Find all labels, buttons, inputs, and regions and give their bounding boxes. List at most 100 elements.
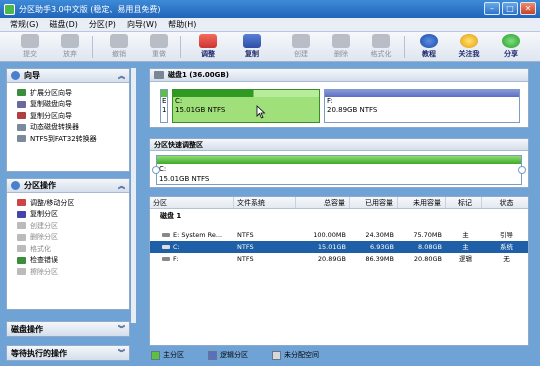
sidebar: 向导 ︽ 扩展分区向导 复制磁盘向导 复制分区向导 动态磁盘转换器 NTFS到FA… (6, 68, 136, 362)
format-partition-icon (17, 245, 26, 253)
mouse-cursor-icon (256, 105, 266, 119)
expand-icon: ︾ (118, 349, 125, 357)
copy-button[interactable]: 复制 (232, 34, 272, 59)
sidebar-scrollbar[interactable] (131, 68, 136, 323)
dynamic-disk-icon (17, 123, 26, 131)
wizard-panel-header[interactable]: 向导 ︽ (7, 69, 129, 83)
pending-ops-header[interactable]: 等待执行的操作 ︾ (7, 346, 129, 360)
quick-resize-panel: 分区快速调整区 C: 15.01GB NTFS (149, 138, 529, 188)
sidebar-item-check-errors[interactable]: 检查错误 (7, 255, 129, 267)
partition-table: 分区 文件系统 总容量 已用容量 未用容量 标记 状态 磁盘 1 E: Syst… (149, 196, 529, 346)
partition-block-f[interactable]: F: 20.89GB NTFS (324, 89, 520, 123)
menu-partition[interactable]: 分区(P) (89, 19, 116, 30)
app-window: 分区助手3.0中文版 (稳定、易用且免费) – □ ✕ 常规(G) 磁盘(D) … (0, 0, 540, 366)
redo-icon (150, 34, 168, 48)
resize-handle-left[interactable] (152, 166, 160, 174)
partition-icon (162, 245, 170, 249)
undo-button[interactable]: 撤销 (99, 34, 139, 59)
tutorial-button[interactable]: 教程 (409, 34, 449, 59)
disk-icon (154, 71, 164, 79)
disk-map-panel: 磁盘1 (36.00GB) E 1 C: 15.01GB NTFS F: 20.… (149, 68, 529, 128)
partition-block-e[interactable]: E 1 (160, 89, 168, 123)
sidebar-item-format[interactable]: 格式化 (7, 243, 129, 255)
table-row[interactable]: E: System Re... NTFS 100.00MB 24.30MB 75… (150, 229, 528, 241)
table-row[interactable]: F: NTFS 20.89GB 86.39MB 20.80GB 逻辑 无 (150, 253, 528, 265)
disk-ops-header[interactable]: 磁盘操作 ︾ (7, 322, 129, 336)
adjust-icon (199, 34, 217, 48)
delete-button[interactable]: 删除 (321, 34, 361, 59)
disk-map-header: 磁盘1 (36.00GB) (150, 69, 528, 82)
partition-ops-icon (11, 181, 20, 190)
partition-ops-panel: 分区操作 ︽ 调整/移动分区 复制分区 创建分区 删除分区 格式化 检查错误 擦除… (6, 178, 130, 310)
help-icon (420, 34, 438, 48)
copy-partition-icon (17, 210, 26, 218)
create-partition-icon (17, 222, 26, 230)
disk-copy-icon (17, 100, 26, 108)
adjust-button[interactable]: 调整 (188, 34, 228, 59)
resize-bar[interactable]: C: 15.01GB NTFS (156, 155, 522, 185)
quick-resize-header: 分区快速调整区 (150, 139, 528, 151)
partition-copy-icon (17, 112, 26, 120)
partition-ops-header[interactable]: 分区操作 ︽ (7, 179, 129, 193)
check-icon (17, 256, 26, 264)
menu-wizard[interactable]: 向导(W) (127, 19, 157, 30)
sidebar-item-copy-partition-wizard[interactable]: 复制分区向导 (7, 110, 129, 122)
extend-icon (17, 89, 26, 97)
wizard-panel: 向导 ︽ 扩展分区向导 复制磁盘向导 复制分区向导 动态磁盘转换器 NTFS到FA… (6, 68, 130, 172)
discard-icon (61, 34, 79, 48)
partition-icon (162, 257, 170, 261)
toolbar: 提交 放弃 撤销 重做 调整 复制 创建 删除 格式化 教程 关注我 分享 (0, 32, 540, 62)
share-button[interactable]: 分享 (491, 34, 531, 59)
sidebar-item-delete-partition[interactable]: 删除分区 (7, 232, 129, 244)
create-icon (292, 34, 310, 48)
legend: 主分区 逻辑分区 未分配空间 (149, 348, 529, 362)
menu-bar: 常规(G) 磁盘(D) 分区(P) 向导(W) 帮助(H) (0, 18, 540, 32)
title-bar: 分区助手3.0中文版 (稳定、易用且免费) – □ ✕ (0, 0, 540, 18)
expand-icon: ︾ (118, 325, 125, 333)
table-header: 分区 文件系统 总容量 已用容量 未用容量 标记 状态 (150, 197, 528, 209)
delete-icon (332, 34, 350, 48)
format-icon (372, 34, 390, 48)
copy-icon (243, 34, 261, 48)
legend-logical: 逻辑分区 (208, 350, 248, 360)
minimize-button[interactable]: – (484, 2, 500, 15)
legend-primary: 主分区 (151, 350, 184, 360)
pending-ops-panel: 等待执行的操作 ︾ (6, 345, 130, 361)
menu-general[interactable]: 常规(G) (10, 19, 38, 30)
table-row-selected[interactable]: C: NTFS 15.01GB 6.93GB 8.08GB 主 系统 (150, 241, 528, 253)
legend-unallocated: 未分配空间 (272, 350, 319, 360)
sidebar-item-extend-partition-wizard[interactable]: 扩展分区向导 (7, 87, 129, 99)
menu-help[interactable]: 帮助(H) (168, 19, 196, 30)
collapse-icon: ︽ (118, 181, 125, 190)
wipe-icon (17, 268, 26, 276)
window-title: 分区助手3.0中文版 (稳定、易用且免费) (19, 4, 161, 14)
resize-handle-right[interactable] (518, 166, 526, 174)
sidebar-item-wipe-partition[interactable]: 擦除分区 (7, 266, 129, 278)
sidebar-item-copy-partition[interactable]: 复制分区 (7, 209, 129, 221)
format-button[interactable]: 格式化 (361, 34, 401, 59)
disk-group-label: 磁盘 1 (160, 212, 182, 220)
share-icon (502, 34, 520, 48)
convert-icon (17, 135, 26, 143)
partition-icon (162, 233, 170, 237)
delete-partition-icon (17, 233, 26, 241)
sidebar-item-ntfs-fat32-converter[interactable]: NTFS到FAT32转换器 (7, 133, 129, 145)
create-button[interactable]: 创建 (281, 34, 321, 59)
sidebar-item-dynamic-disk-converter[interactable]: 动态磁盘转换器 (7, 122, 129, 134)
follow-us-button[interactable]: 关注我 (449, 34, 489, 59)
app-icon (4, 3, 15, 15)
commit-button[interactable]: 提交 (10, 34, 50, 59)
sidebar-item-create-partition[interactable]: 创建分区 (7, 220, 129, 232)
sidebar-item-resize-move[interactable]: 调整/移动分区 (7, 197, 129, 209)
sidebar-item-copy-disk-wizard[interactable]: 复制磁盘向导 (7, 99, 129, 111)
close-button[interactable]: ✕ (520, 2, 536, 15)
redo-button[interactable]: 重做 (139, 34, 179, 59)
wizard-icon (11, 71, 20, 80)
maximize-button[interactable]: □ (502, 2, 518, 15)
discard-button[interactable]: 放弃 (50, 34, 90, 59)
disk-ops-panel: 磁盘操作 ︾ (6, 321, 130, 337)
undo-icon (110, 34, 128, 48)
partition-block-c[interactable]: C: 15.01GB NTFS (172, 89, 320, 123)
menu-disk[interactable]: 磁盘(D) (49, 19, 77, 30)
commit-icon (21, 34, 39, 48)
